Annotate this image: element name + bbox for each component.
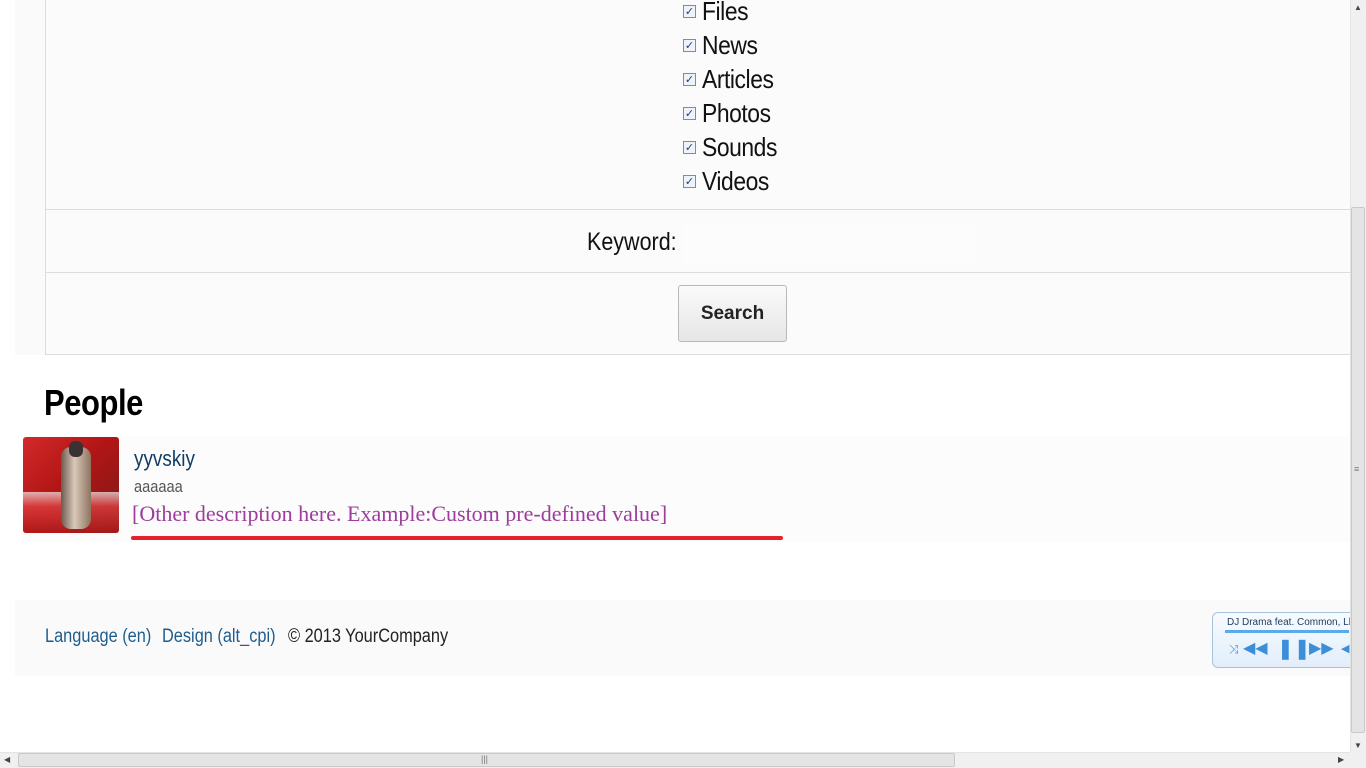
- pause-icon[interactable]: ❚❚: [1277, 639, 1311, 659]
- person-name-link[interactable]: yyvskiy: [134, 446, 195, 472]
- form-divider: [45, 209, 1350, 210]
- person-subtitle: aaaaaa: [134, 477, 183, 496]
- checkbox-news[interactable]: ✓: [683, 38, 696, 52]
- checkbox-articles[interactable]: ✓: [683, 72, 696, 86]
- copyright-text: © 2013 YourCompany: [288, 626, 449, 647]
- scroll-down-icon[interactable]: ▼: [1354, 741, 1362, 750]
- scrollbar-corner: [1350, 752, 1366, 768]
- keyword-input[interactable]: [682, 224, 976, 264]
- checkbox-videos[interactable]: ✓: [683, 174, 696, 188]
- person-description: [Other description here. Example:Custom …: [132, 501, 668, 526]
- previous-icon[interactable]: ◀◀: [1243, 639, 1268, 659]
- content-type-label: Articles: [702, 63, 774, 94]
- avatar-bottle-neck: [69, 441, 83, 457]
- left-gutter: [15, 0, 45, 355]
- scroll-right-icon[interactable]: ▶: [1338, 755, 1344, 764]
- design-link[interactable]: Design (alt_cpi): [162, 626, 276, 648]
- track-progress-bar[interactable]: [1225, 630, 1349, 633]
- language-link[interactable]: Language (en): [45, 626, 151, 648]
- form-divider: [45, 272, 1350, 273]
- checkbox-photos[interactable]: ✓: [683, 106, 696, 120]
- content-type-label: Files: [702, 0, 749, 26]
- keyword-label: Keyword:: [587, 228, 677, 256]
- scroll-up-icon[interactable]: ▲: [1354, 3, 1362, 12]
- search-button[interactable]: Search: [678, 285, 787, 342]
- checkbox-files[interactable]: ✓: [683, 4, 696, 18]
- content-type-articles[interactable]: ✓ Articles: [683, 62, 783, 96]
- avatar[interactable]: [23, 437, 119, 533]
- media-player-widget[interactable]: DJ Drama feat. Common, Llo ⤨ ◀◀ ❚❚ ▶▶ ◀): [1212, 612, 1366, 668]
- content-type-label: Photos: [702, 97, 771, 128]
- people-heading: People: [44, 382, 143, 423]
- avatar-bottle: [61, 447, 91, 529]
- content-type-photos[interactable]: ✓ Photos: [683, 96, 780, 130]
- content-type-files[interactable]: ✓ Files: [683, 0, 754, 28]
- shuffle-icon[interactable]: ⤨: [1229, 639, 1239, 659]
- highlight-underline: [131, 536, 783, 540]
- next-icon[interactable]: ▶▶: [1309, 639, 1334, 659]
- footer: Language (en) Design (alt_cpi) © 2013 Yo…: [15, 600, 1350, 676]
- page: ✓ Files ✓ News ✓ Articles ✓ Photos ✓ Sou…: [0, 0, 1350, 752]
- content-type-label: News: [702, 29, 758, 60]
- content-type-news[interactable]: ✓ News: [683, 28, 765, 62]
- grip-icon: ≡: [1354, 464, 1360, 474]
- content-type-videos[interactable]: ✓ Videos: [683, 164, 778, 198]
- content-type-label: Sounds: [702, 131, 777, 162]
- scroll-left-icon[interactable]: ◀: [4, 755, 10, 764]
- checkbox-sounds[interactable]: ✓: [683, 140, 696, 154]
- track-title: DJ Drama feat. Common, Llo: [1227, 617, 1357, 628]
- person-result: yyvskiy aaaaaa [Other description here. …: [22, 436, 1350, 542]
- content-type-label: Videos: [702, 165, 769, 196]
- content-type-sounds[interactable]: ✓ Sounds: [683, 130, 787, 164]
- grip-icon: |||: [481, 754, 489, 764]
